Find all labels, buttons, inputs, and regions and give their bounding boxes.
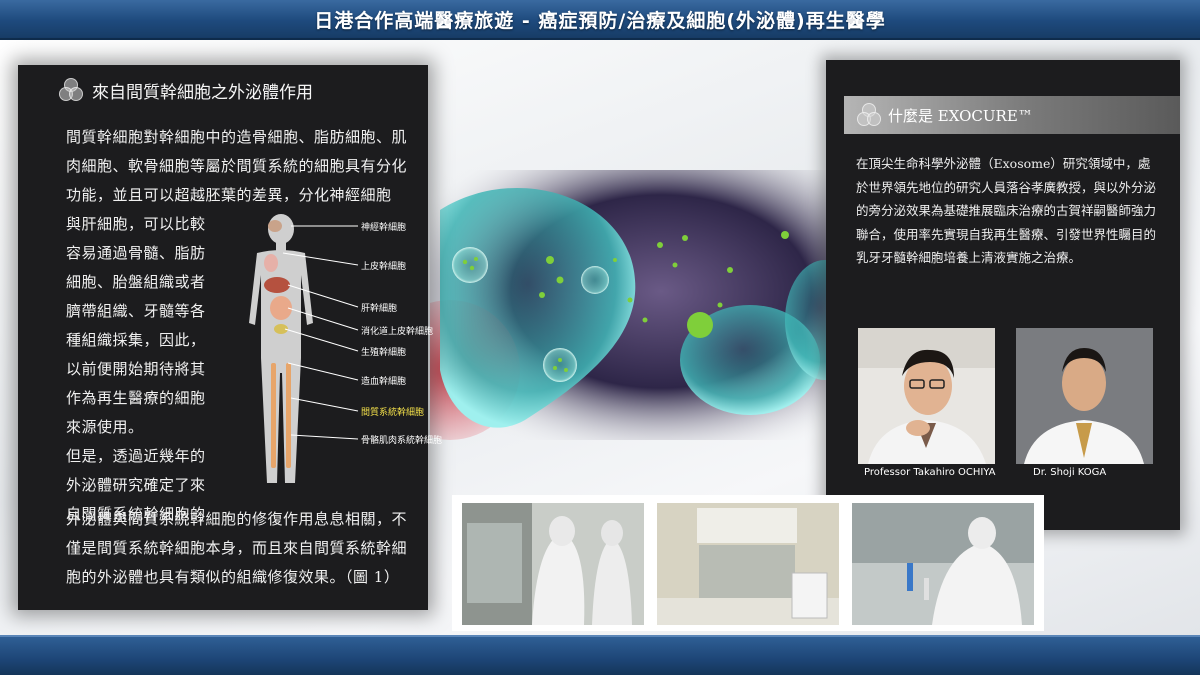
page-title: 日港合作高端醫療旅遊 - 癌症預防/治療及細胞(外泌體)再生醫學 <box>314 9 886 32</box>
paragraph-top: 間質幹細胞對幹細胞中的造骨細胞、脂肪細胞、肌肉細胞、軟骨細胞等屬於間質系統的細胞… <box>66 128 408 204</box>
header-bar: 日港合作高端醫療旅遊 - 癌症預防/治療及細胞(外泌體)再生醫學 <box>0 0 1200 40</box>
label-neural-stem-cell: 神經幹細胞 <box>361 223 407 233</box>
label-hematopoietic-stem-cell: 造血幹細胞 <box>361 377 407 387</box>
lab-photo-strip <box>452 495 1044 631</box>
side-line: 細胞、胎盤組織或者 <box>66 273 206 291</box>
paragraph-side: 與肝細胞，可以比較 容易通過骨髓、脂肪 細胞、胎盤組織或者 臍帶組織、牙髓等各 … <box>66 210 226 529</box>
photo-dr-koga <box>1016 328 1153 464</box>
side-line: 臍帶組織、牙髓等各 <box>66 302 206 320</box>
exocure-panel: 什麼是 EXOCURE™ 在頂尖生命科學外泌體（Exosome）研究領域中，處於… <box>826 60 1180 530</box>
photo-professor-ochiya <box>858 328 995 464</box>
label-epithelial-stem-cell: 上皮幹細胞 <box>361 262 407 272</box>
side-line: 來源使用。 <box>66 418 144 436</box>
left-panel-heading: 來自間質幹細胞之外泌體作用 <box>58 77 313 103</box>
caption-professor-ochiya: Professor Takahiro OCHIYA <box>864 467 996 478</box>
side-line: 種組織採集，因此， <box>66 331 206 349</box>
orbs-icon <box>856 102 882 128</box>
human-body-silhouette <box>249 214 359 483</box>
label-germ-stem-cell: 生殖幹細胞 <box>361 348 407 358</box>
lab-photo-researchers <box>462 503 644 625</box>
lab-photo-pipetting <box>852 503 1034 625</box>
label-liver-stem-cell: 肝幹細胞 <box>361 304 398 314</box>
left-heading-text: 來自間質幹細胞之外泌體作用 <box>92 82 313 103</box>
footer-bar <box>0 635 1200 675</box>
caption-dr-koga: Dr. Shoji KOGA <box>1033 467 1107 478</box>
side-line: 與肝細胞，可以比較 <box>66 215 206 233</box>
label-gut-epithelial-stem-cell: 消化道上皮幹細胞 <box>361 327 434 337</box>
side-line: 容易通過骨髓、脂肪 <box>66 244 206 262</box>
right-panel-heading: 什麼是 EXOCURE™ <box>844 96 1180 134</box>
paragraph-bottom: 外泌體與間質系統幹細胞的修復作用息息相關，不僅是間質系統幹細胞本身，而且來自間質… <box>66 510 408 586</box>
mesenchymal-exosome-panel: 來自間質幹細胞之外泌體作用 間質幹細胞對幹細胞中的造骨細胞、脂肪細胞、肌肉細胞、… <box>18 65 442 610</box>
side-line: 以前便開始期待將其 <box>66 360 206 378</box>
lab-photo-clean-bench <box>657 503 839 625</box>
side-line: 外泌體研究確定了來 <box>66 476 206 494</box>
side-line: 但是，透過近幾年的 <box>66 447 206 465</box>
label-musculoskeletal-stem-cell: 骨骼肌肉系統幹細胞 <box>361 436 443 446</box>
label-mesenchymal-stem-cell: 間質系統幹細胞 <box>361 408 425 418</box>
side-line: 作為再生醫療的細胞 <box>66 389 206 407</box>
stem-cell-body-figure: 神經幹細胞 上皮幹細胞 肝幹細胞 消化道上皮幹細胞 生殖幹細胞 造血幹細胞 間質… <box>243 213 442 493</box>
right-heading-text: 什麼是 EXOCURE™ <box>888 106 1033 125</box>
orbs-icon <box>58 77 84 103</box>
exosome-cell-illustration <box>430 170 850 440</box>
exocure-description: 在頂尖生命科學外泌體（Exosome）研究領域中，處於世界領先地位的研究人員落谷… <box>856 156 1157 265</box>
